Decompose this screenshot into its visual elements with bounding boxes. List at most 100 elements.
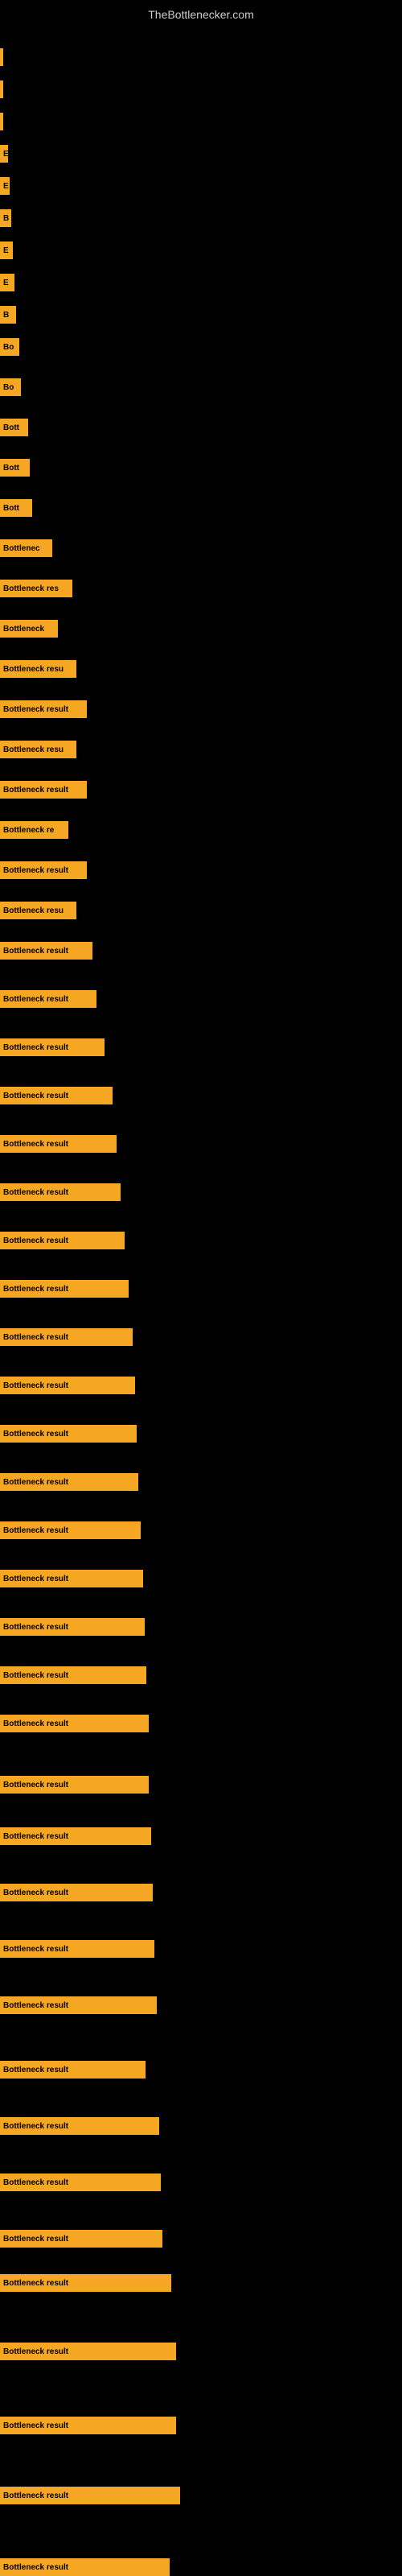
bar: Bottleneck result bbox=[0, 1827, 151, 1845]
bar-label: Bottleneck result bbox=[3, 1575, 68, 1583]
bar-row: Bottleneck result bbox=[0, 1183, 402, 1201]
bar-label: Bottleneck result bbox=[3, 1381, 68, 1390]
bar-row: E bbox=[0, 274, 402, 291]
bar: Bottleneck result bbox=[0, 700, 87, 718]
bar-label: E bbox=[3, 246, 9, 255]
bar: Bottleneck result bbox=[0, 2117, 159, 2135]
bar: Bottleneck result bbox=[0, 2061, 146, 2079]
bar: Bottleneck result bbox=[0, 861, 87, 879]
bar-row: Bottleneck result bbox=[0, 2343, 402, 2360]
bar-row: Bottleneck result bbox=[0, 1135, 402, 1153]
bar-label: E bbox=[3, 279, 9, 287]
bar: E bbox=[0, 274, 14, 291]
bar-row: B bbox=[0, 209, 402, 227]
bar bbox=[0, 48, 3, 66]
bar-label: Bottleneck result bbox=[3, 2563, 68, 2572]
bar: E bbox=[0, 145, 8, 163]
bar-label: Bottleneck result bbox=[3, 1719, 68, 1728]
bar: Bottleneck result bbox=[0, 2417, 176, 2434]
bar-row: E bbox=[0, 177, 402, 195]
bar-label: Bottleneck result bbox=[3, 2347, 68, 2356]
bar-row: Bottleneck result bbox=[0, 1570, 402, 1587]
bar-row: Bottleneck result bbox=[0, 781, 402, 799]
bar-row: Bottleneck result bbox=[0, 2174, 402, 2191]
bar: Bottleneck result bbox=[0, 1328, 133, 1346]
bar-row: Bottleneck result bbox=[0, 1328, 402, 1346]
bar: Bottleneck result bbox=[0, 1776, 149, 1794]
bar: Bott bbox=[0, 459, 30, 477]
bar-label: Bottleneck result bbox=[3, 1236, 68, 1245]
bar bbox=[0, 113, 3, 130]
bar-row: Bott bbox=[0, 499, 402, 517]
bar: Bottleneck result bbox=[0, 2343, 176, 2360]
bar-label: Bottleneck result bbox=[3, 786, 68, 795]
bar-row: Bottleneck result bbox=[0, 2230, 402, 2248]
bar: Bottleneck result bbox=[0, 1521, 141, 1539]
bar-label: Bottleneck result bbox=[3, 2279, 68, 2288]
bar: Bottleneck result bbox=[0, 1377, 135, 1394]
bar-label: Bottleneck re bbox=[3, 826, 54, 835]
bar: Bottleneck resu bbox=[0, 902, 76, 919]
bar: Bottleneck result bbox=[0, 1715, 149, 1732]
bar: Bottleneck result bbox=[0, 1884, 153, 1901]
bar-row: Bott bbox=[0, 459, 402, 477]
bar-label: Bottleneck result bbox=[3, 705, 68, 714]
bar-row: Bottleneck result bbox=[0, 2417, 402, 2434]
bar: Bottleneck result bbox=[0, 1280, 129, 1298]
bar-label: Bottlenec bbox=[3, 544, 40, 553]
bar-label: Bottleneck result bbox=[3, 1526, 68, 1535]
bar: E bbox=[0, 177, 10, 195]
bar-row: Bottleneck result bbox=[0, 1618, 402, 1636]
bar-row: Bottleneck result bbox=[0, 1038, 402, 1056]
bar-label: E bbox=[3, 150, 8, 159]
bar: Bottleneck result bbox=[0, 1473, 138, 1491]
bar-row bbox=[0, 113, 402, 130]
bar-label: Bottleneck resu bbox=[3, 665, 64, 674]
bar-row: Bottleneck result bbox=[0, 700, 402, 718]
bar-label: Bo bbox=[3, 383, 14, 392]
bar-row bbox=[0, 80, 402, 98]
bar: Bottleneck res bbox=[0, 580, 72, 597]
bar-label: E bbox=[3, 182, 9, 191]
bar-label: Bottleneck result bbox=[3, 1092, 68, 1100]
bar-row: Bottleneck result bbox=[0, 2558, 402, 2576]
bar: B bbox=[0, 209, 11, 227]
bar: Bottleneck result bbox=[0, 1618, 145, 1636]
bar-row: Bottleneck result bbox=[0, 1884, 402, 1901]
bar: Bottleneck result bbox=[0, 1940, 154, 1958]
bar-row: Bottleneck result bbox=[0, 1996, 402, 2014]
bar: Bottleneck result bbox=[0, 1996, 157, 2014]
bar: Bottleneck result bbox=[0, 1232, 125, 1249]
bar-label: Bottleneck result bbox=[3, 1140, 68, 1149]
bar-label: Bottleneck result bbox=[3, 1945, 68, 1954]
bar-row: Bottleneck re bbox=[0, 821, 402, 839]
bar: B bbox=[0, 306, 16, 324]
bar: Bottleneck result bbox=[0, 1425, 137, 1443]
bar-label: Bottleneck result bbox=[3, 1285, 68, 1294]
bar: Bottleneck result bbox=[0, 2274, 171, 2292]
bar-row: Bottleneck result bbox=[0, 861, 402, 879]
bar-label: Bottleneck result bbox=[3, 2066, 68, 2074]
bar-row: Bottleneck result bbox=[0, 1776, 402, 1794]
bar: Bottleneck result bbox=[0, 1570, 143, 1587]
bar-row: Bottleneck result bbox=[0, 1425, 402, 1443]
bar-label: Bott bbox=[3, 423, 19, 432]
bar-label: Bo bbox=[3, 343, 14, 352]
bar-row: Bottleneck result bbox=[0, 2274, 402, 2292]
bar-row: Bottleneck result bbox=[0, 1666, 402, 1684]
bar: Bo bbox=[0, 378, 21, 396]
bar-row: Bottleneck res bbox=[0, 580, 402, 597]
bar: Bottleneck result bbox=[0, 1135, 117, 1153]
bar: Bottleneck resu bbox=[0, 660, 76, 678]
bar-row: Bottleneck result bbox=[0, 2117, 402, 2135]
bar: Bottlenec bbox=[0, 539, 52, 557]
bar: Bottleneck result bbox=[0, 2558, 170, 2576]
bar-row: Bottleneck result bbox=[0, 1087, 402, 1104]
bar-label: Bottleneck result bbox=[3, 1478, 68, 1487]
bar: Bottleneck resu bbox=[0, 741, 76, 758]
bar-row: Bott bbox=[0, 419, 402, 436]
bar: Bottleneck result bbox=[0, 1087, 113, 1104]
bar: Bottleneck result bbox=[0, 942, 92, 960]
bar: Bottleneck re bbox=[0, 821, 68, 839]
bar-label: Bottleneck result bbox=[3, 1623, 68, 1632]
